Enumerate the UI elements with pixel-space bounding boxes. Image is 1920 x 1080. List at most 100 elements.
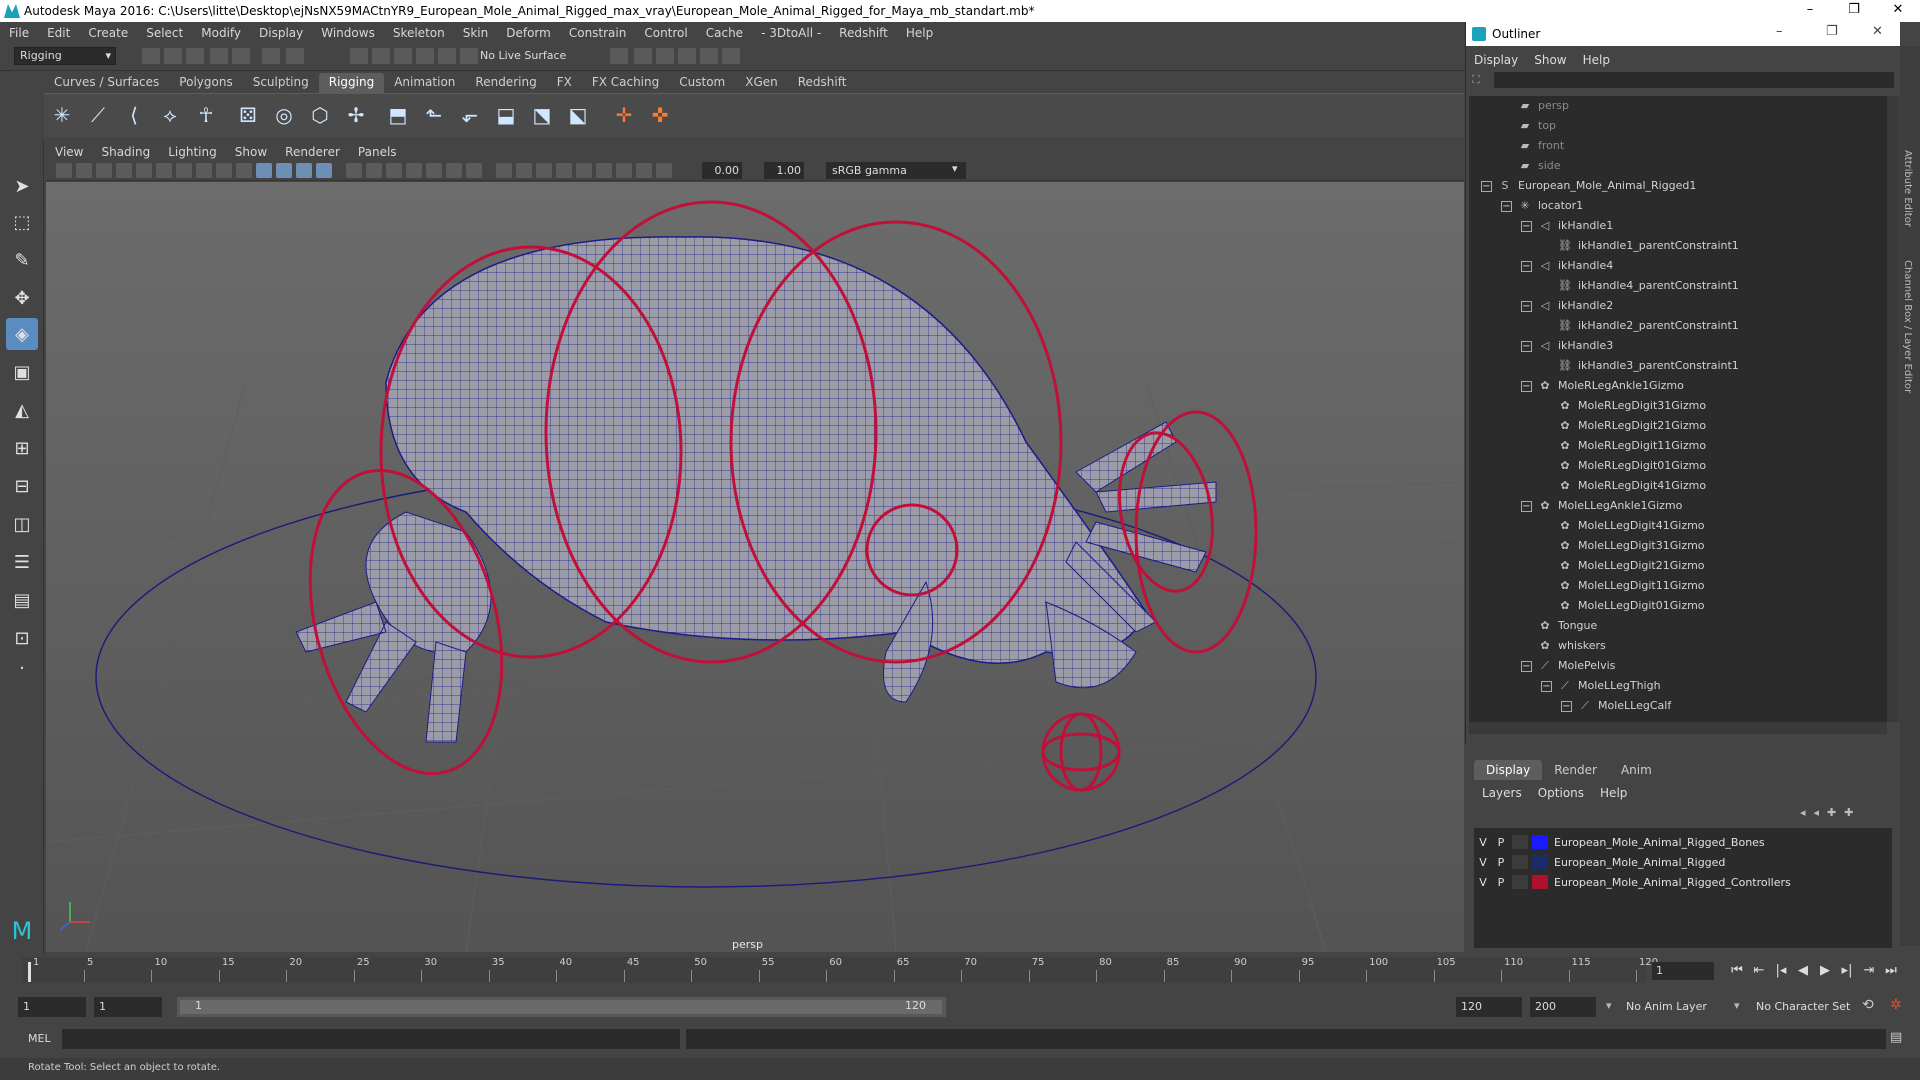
attribute-editor-tab[interactable]: Attribute Editor	[1902, 150, 1913, 227]
outliner-item[interactable]: ▰ persp	[1501, 96, 1569, 116]
collapse-toggle-icon[interactable]: −	[1521, 660, 1532, 672]
collapse-toggle-icon[interactable]: −	[1501, 200, 1512, 212]
current-frame-field[interactable]: 1	[1652, 962, 1714, 980]
go-end-icon[interactable]: ⏭	[1882, 962, 1900, 980]
outliner-item[interactable]: − ⟋ MolePelvis	[1521, 656, 1615, 676]
select-tool-icon[interactable]: ➤	[6, 170, 38, 202]
panel-toolbar-icon[interactable]	[176, 163, 192, 178]
outliner-minimize-button[interactable]: –	[1776, 24, 1783, 39]
pole-constraint-icon[interactable]: ⬕	[564, 101, 592, 129]
panel-toolbar-icon[interactable]	[556, 163, 572, 178]
filter-icon[interactable]: ⛶	[1472, 73, 1480, 87]
layer-tab-anim[interactable]: Anim	[1609, 760, 1664, 780]
panel-toolbar-icon[interactable]	[116, 163, 132, 178]
collapse-toggle-icon[interactable]: −	[1561, 700, 1572, 712]
status-tool-icon[interactable]	[722, 48, 740, 64]
menu-3dtoall[interactable]: - 3DtoAll -	[752, 26, 830, 40]
layer-menu-layers[interactable]: Layers	[1474, 784, 1530, 802]
outliner-menu-show[interactable]: Show	[1526, 50, 1574, 70]
channel-box-tab[interactable]: Channel Box / Layer Editor	[1902, 260, 1913, 393]
panel-toolbar-icon[interactable]	[346, 163, 362, 178]
panel-toolbar-icon[interactable]	[406, 163, 422, 178]
status-tool-icon[interactable]	[286, 48, 304, 64]
layer-color-swatch[interactable]	[1532, 855, 1548, 869]
orient-constraint-icon[interactable]: ⬐	[456, 101, 484, 129]
layer-tool-icons[interactable]: ◂◂✚✚	[1800, 806, 1861, 819]
panel-toolbar-icon[interactable]	[256, 163, 272, 178]
collapse-toggle-icon[interactable]: −	[1521, 260, 1532, 272]
panel-menu-shading[interactable]: Shading	[92, 143, 159, 161]
paint-select-icon[interactable]: ✎	[6, 244, 38, 276]
status-tool-icon[interactable]	[232, 48, 250, 64]
outliner-item[interactable]: − ◁ ikHandle3	[1521, 336, 1613, 356]
menu-edit[interactable]: Edit	[38, 26, 79, 40]
status-tool-icon[interactable]	[164, 48, 182, 64]
panel-toolbar-icon[interactable]	[596, 163, 612, 178]
outliner-item[interactable]: − ◁ ikHandle2	[1521, 296, 1613, 316]
outliner-item[interactable]: ▰ top	[1501, 116, 1556, 136]
status-tool-icon[interactable]	[656, 48, 674, 64]
status-tool-icon[interactable]	[142, 48, 160, 64]
outliner-item[interactable]: − ◁ ikHandle4	[1521, 256, 1613, 276]
layer-visibility-toggle[interactable]: V	[1474, 876, 1492, 889]
panel-toolbar-icon[interactable]	[366, 163, 382, 178]
status-tool-icon[interactable]	[438, 48, 456, 64]
status-tool-icon[interactable]	[372, 48, 390, 64]
panel-toolbar-icon[interactable]	[56, 163, 72, 178]
panel-toolbar-icon[interactable]	[76, 163, 92, 178]
layer-playback-toggle[interactable]: P	[1492, 856, 1510, 869]
play-back-icon[interactable]: ◀	[1794, 962, 1812, 980]
layer-color-swatch[interactable]	[1532, 875, 1548, 889]
status-tool-icon[interactable]	[678, 48, 696, 64]
collapse-toggle-icon[interactable]: −	[1541, 680, 1552, 692]
shelf-tab-fx[interactable]: FX	[547, 73, 582, 93]
live-surface-label[interactable]: No Live Surface	[480, 47, 566, 65]
gamma-field[interactable]: 1.00	[764, 162, 804, 179]
joint-icon[interactable]: ✳	[48, 101, 76, 129]
viewport-persp[interactable]	[46, 182, 1464, 952]
outliner-item[interactable]: − ⟋ MoleLLegThigh	[1541, 676, 1661, 696]
exposure-field[interactable]: 0.00	[702, 162, 742, 179]
menu-skin[interactable]: Skin	[454, 26, 498, 40]
minimize-button[interactable]: –	[1788, 0, 1832, 22]
outliner-item[interactable]: − S European_Mole_Animal_Rigged1	[1481, 176, 1696, 196]
panel-toolbar-icon[interactable]	[156, 163, 172, 178]
edit-locator-icon[interactable]: ✜	[646, 101, 674, 129]
panel-toolbar-icon[interactable]	[216, 163, 232, 178]
lasso-tool-icon[interactable]: ⬚	[6, 206, 38, 238]
shelf-tab-xgen[interactable]: XGen	[735, 73, 788, 93]
outliner-menu-help[interactable]: Help	[1575, 50, 1618, 70]
shelf-tab-curves-surfaces[interactable]: Curves / Surfaces	[44, 73, 169, 93]
menu-help[interactable]: Help	[897, 26, 942, 40]
status-tool-icon[interactable]	[210, 48, 228, 64]
bind-skin-icon[interactable]: ⚄	[234, 101, 262, 129]
outliner-item[interactable]: ✿ MoleRLegDigit01Gizmo	[1541, 456, 1706, 476]
panel-menu-panels[interactable]: Panels	[349, 143, 406, 161]
outliner-item[interactable]: ✿ MoleLLegDigit11Gizmo	[1541, 576, 1704, 596]
outliner-item[interactable]: − ✳ locator1	[1501, 196, 1583, 216]
ik-spline-icon[interactable]: ⟨	[120, 101, 148, 129]
outliner-item[interactable]: ▰ side	[1501, 156, 1561, 176]
outliner-item[interactable]: ✿ whiskers	[1521, 636, 1605, 656]
collapse-toggle-icon[interactable]: −	[1521, 220, 1532, 232]
step-back-icon[interactable]: |◂	[1772, 962, 1790, 980]
layer-tab-render[interactable]: Render	[1542, 760, 1609, 780]
lattice-icon[interactable]: ⬡	[306, 101, 334, 129]
shelf-tab-custom[interactable]: Custom	[669, 73, 735, 93]
collapse-toggle-icon[interactable]: −	[1521, 300, 1532, 312]
mel-label[interactable]: MEL	[28, 1032, 51, 1045]
outliner-filter-input[interactable]	[1494, 72, 1894, 88]
outliner-item[interactable]: ✿ MoleRLegDigit31Gizmo	[1541, 396, 1706, 416]
step-forward-key-icon[interactable]: ⇥	[1860, 962, 1878, 980]
last-tool-icon[interactable]: ◭	[6, 394, 38, 426]
step-back-key-icon[interactable]: ⇤	[1750, 962, 1768, 980]
collapse-toggle-icon[interactable]: −	[1521, 380, 1532, 392]
range-slider-handle[interactable]	[180, 1000, 942, 1014]
panel-toolbar-icon[interactable]	[516, 163, 532, 178]
outliner-item[interactable]: − ✿ MoleRLegAnkle1Gizmo	[1521, 376, 1684, 396]
menu-file[interactable]: File	[0, 26, 38, 40]
graph-layout-icon[interactable]: ▤	[6, 584, 38, 616]
layer-row[interactable]: V P European_Mole_Animal_Rigged_Controller…	[1474, 872, 1892, 892]
outliner-item[interactable]: ✿ MoleLLegDigit21Gizmo	[1541, 556, 1704, 576]
playback-end-field[interactable]: 120	[1456, 997, 1522, 1017]
